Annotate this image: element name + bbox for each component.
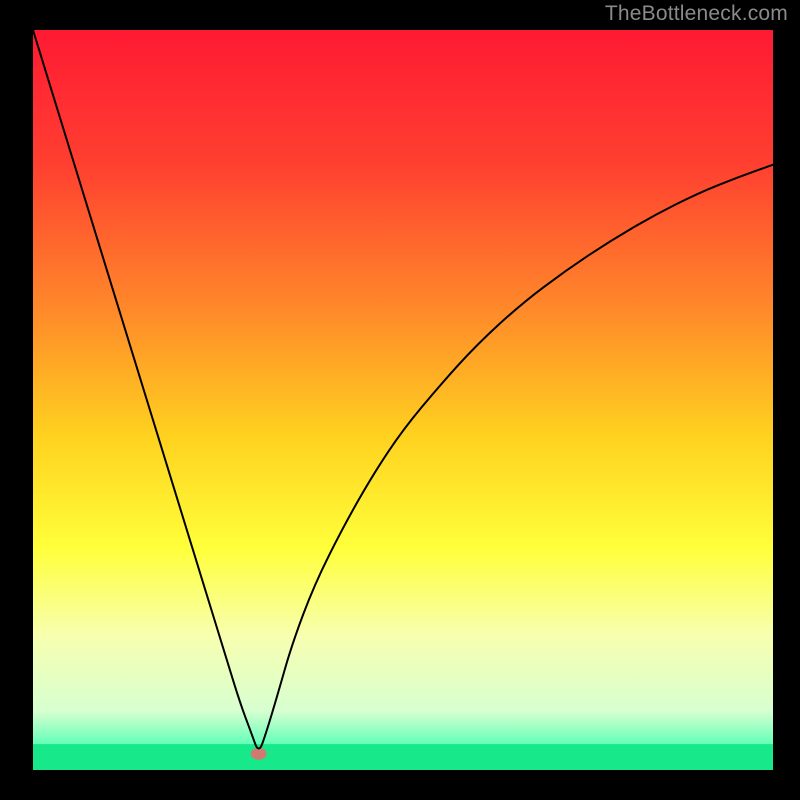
chart-frame: TheBottleneck.com (0, 0, 800, 800)
watermark-text: TheBottleneck.com (605, 2, 788, 26)
gradient-background (33, 30, 773, 770)
green-floor (33, 744, 773, 770)
plot-area (33, 30, 773, 770)
plot-svg (33, 30, 773, 770)
